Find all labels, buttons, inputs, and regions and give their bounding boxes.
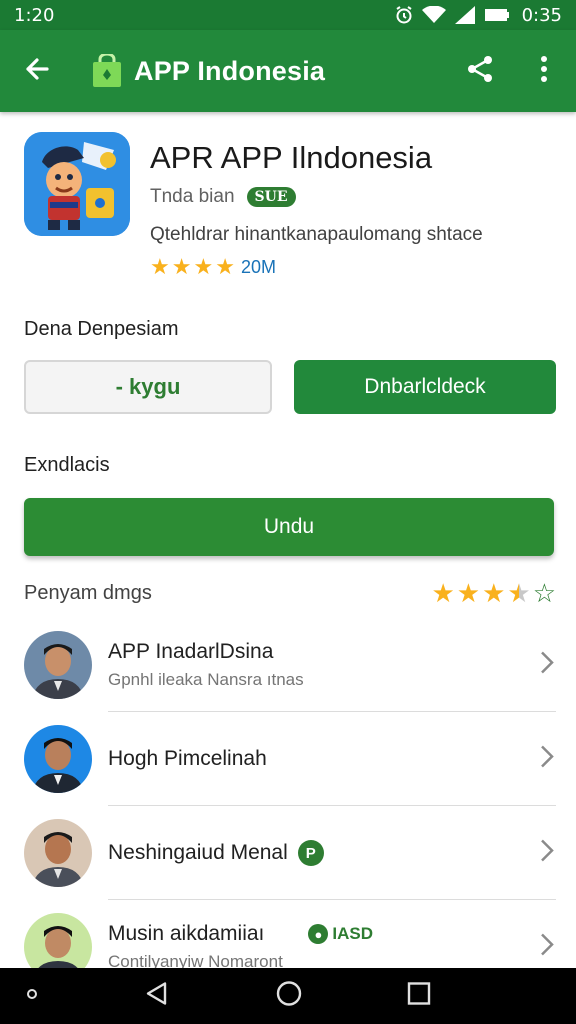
app-description: Qtehldrar hinantkanapaulomang shtace — [150, 224, 483, 245]
list-item[interactable]: Hogh Pimcelinah — [0, 712, 576, 806]
list-item-text: APP InadarlDsina Gpnhl ileaka Nansra ıtn… — [108, 640, 304, 690]
list-item-subtitle: Gpnhl ileaka Nansra ıtnas — [108, 670, 304, 689]
download-button[interactable]: Undu — [24, 498, 554, 556]
avatar — [24, 725, 92, 793]
app-bar: APP Indonesia — [0, 30, 576, 112]
star-icon: ★ — [456, 578, 481, 608]
list-item-title: Neshingaiud Menal P — [108, 840, 324, 866]
install-section-label: Dena Denpesiam — [24, 318, 179, 340]
star-icon: ★ — [215, 254, 235, 279]
verified-badge: P — [297, 840, 324, 866]
list-item[interactable]: APP InadarlDsina Gpnhl ileaka Nansra ıtn… — [0, 618, 576, 712]
list-item-text: Musin aikdamiiaı ● IASD Contilyanyiw Nom… — [108, 922, 373, 972]
star-icon: ★ — [171, 254, 192, 279]
list-item-title: Hogh Pimcelinah — [108, 747, 267, 770]
developer-name[interactable]: Tnda bian — [150, 186, 235, 208]
app-rating: ★ ★ ★ ★ 20M — [150, 256, 276, 278]
status-clock: 0:35 — [521, 4, 562, 26]
extra-section-label: Exndlacis — [24, 454, 110, 476]
avatar — [24, 631, 92, 699]
back-button[interactable] — [0, 30, 74, 112]
system-nav-bar — [0, 968, 576, 1024]
nav-home-icon[interactable] — [275, 980, 303, 1013]
status-bar: 1:20 0:35 — [0, 0, 576, 30]
share-button[interactable] — [448, 30, 512, 112]
star-icon: ★ — [482, 578, 506, 608]
list-item[interactable]: Neshingaiud Menal P — [0, 806, 576, 900]
share-icon — [465, 54, 495, 89]
chevron-right-icon — [540, 933, 554, 962]
nav-recents-icon[interactable] — [407, 982, 431, 1011]
avatar — [24, 819, 92, 887]
app-bar-actions — [448, 30, 576, 112]
wifi-icon — [421, 6, 446, 24]
reviews-rating[interactable]: ★ ★ ★ ★ ☆ — [431, 580, 556, 606]
status-icons: 0:35 — [394, 5, 562, 26]
more-vert-icon — [540, 55, 548, 88]
list-item-title-text: Neshingaiud Menal — [108, 841, 288, 864]
back-arrow-icon — [23, 55, 51, 88]
list-item-tag: ● IASD — [308, 924, 373, 944]
list-item-text: Neshingaiud Menal P — [108, 840, 324, 866]
reviewer-list: APP InadarlDsina Gpnhl ileaka Nansra ıtn… — [0, 618, 576, 994]
list-item-title-text: Musin aikdamiiaı — [108, 922, 265, 945]
store-bag-icon — [92, 52, 122, 88]
developer-row: Tnda bian SUE — [150, 186, 296, 208]
secondary-button[interactable]: - kygu — [24, 360, 272, 414]
chevron-right-icon — [540, 651, 554, 680]
nav-dot-icon — [26, 987, 38, 1005]
app-bar-title: APP Indonesia — [134, 55, 326, 86]
nav-back-icon[interactable] — [144, 981, 170, 1012]
status-time: 1:20 — [14, 4, 55, 26]
primary-button[interactable]: Dnbarlcldeck — [294, 360, 556, 414]
half-star-icon: ★ — [507, 578, 531, 608]
chevron-right-icon — [540, 839, 554, 868]
alarm-icon — [394, 5, 414, 25]
star-icon: ★ — [431, 578, 455, 608]
star-outline-icon: ☆ — [532, 578, 556, 608]
list-item-tag-text: IASD — [332, 924, 374, 943]
rating-count: 20M — [240, 256, 276, 277]
battery-icon — [484, 8, 510, 22]
reviews-header: Penyam dmgs ★ ★ ★ ★ ☆ — [24, 580, 556, 606]
reviews-label: Penyam dmgs — [24, 581, 152, 604]
chevron-right-icon — [540, 745, 554, 774]
action-button-row: - kygu Dnbarlcldeck — [24, 360, 556, 416]
tag-dot-icon: ● — [308, 924, 329, 944]
app-header: APR APP Ilndonesia Tnda bian SUE Qtehldr… — [24, 132, 554, 292]
developer-badge: SUE — [246, 187, 296, 207]
more-options-button[interactable] — [512, 30, 576, 112]
app-icon[interactable] — [24, 132, 130, 236]
list-item-text: Hogh Pimcelinah — [108, 747, 267, 771]
list-item-title: Musin aikdamiiaı ● IASD — [108, 922, 373, 946]
star-icon: ★ — [193, 254, 214, 279]
signal-icon — [454, 5, 476, 25]
list-item-title: APP InadarlDsina — [108, 640, 274, 663]
app-title: APR APP Ilndonesia — [150, 140, 433, 175]
star-icon: ★ — [150, 254, 170, 279]
